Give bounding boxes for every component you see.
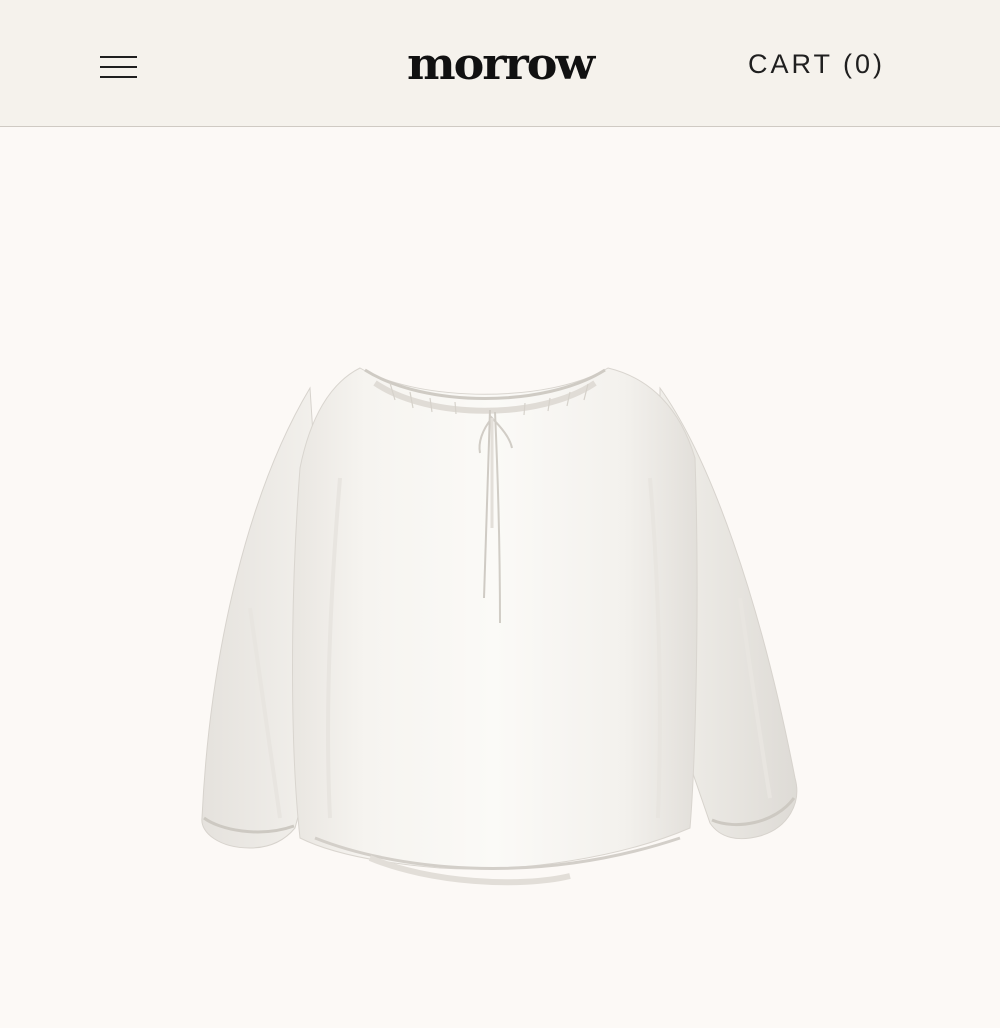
blouse-body	[292, 367, 698, 870]
brand-logo[interactable]: morrow	[388, 37, 612, 90]
product-image-area	[0, 128, 1000, 1000]
cart-link[interactable]: CART (0)	[748, 44, 885, 84]
hamburger-menu-icon-line	[100, 76, 137, 78]
hamburger-menu-icon-line	[100, 56, 137, 58]
menu-button[interactable]	[98, 47, 140, 81]
hamburger-menu-icon-line	[100, 66, 137, 68]
site-header: morrow CART (0)	[0, 0, 1000, 127]
white-blouse-image[interactable]	[190, 348, 810, 1028]
